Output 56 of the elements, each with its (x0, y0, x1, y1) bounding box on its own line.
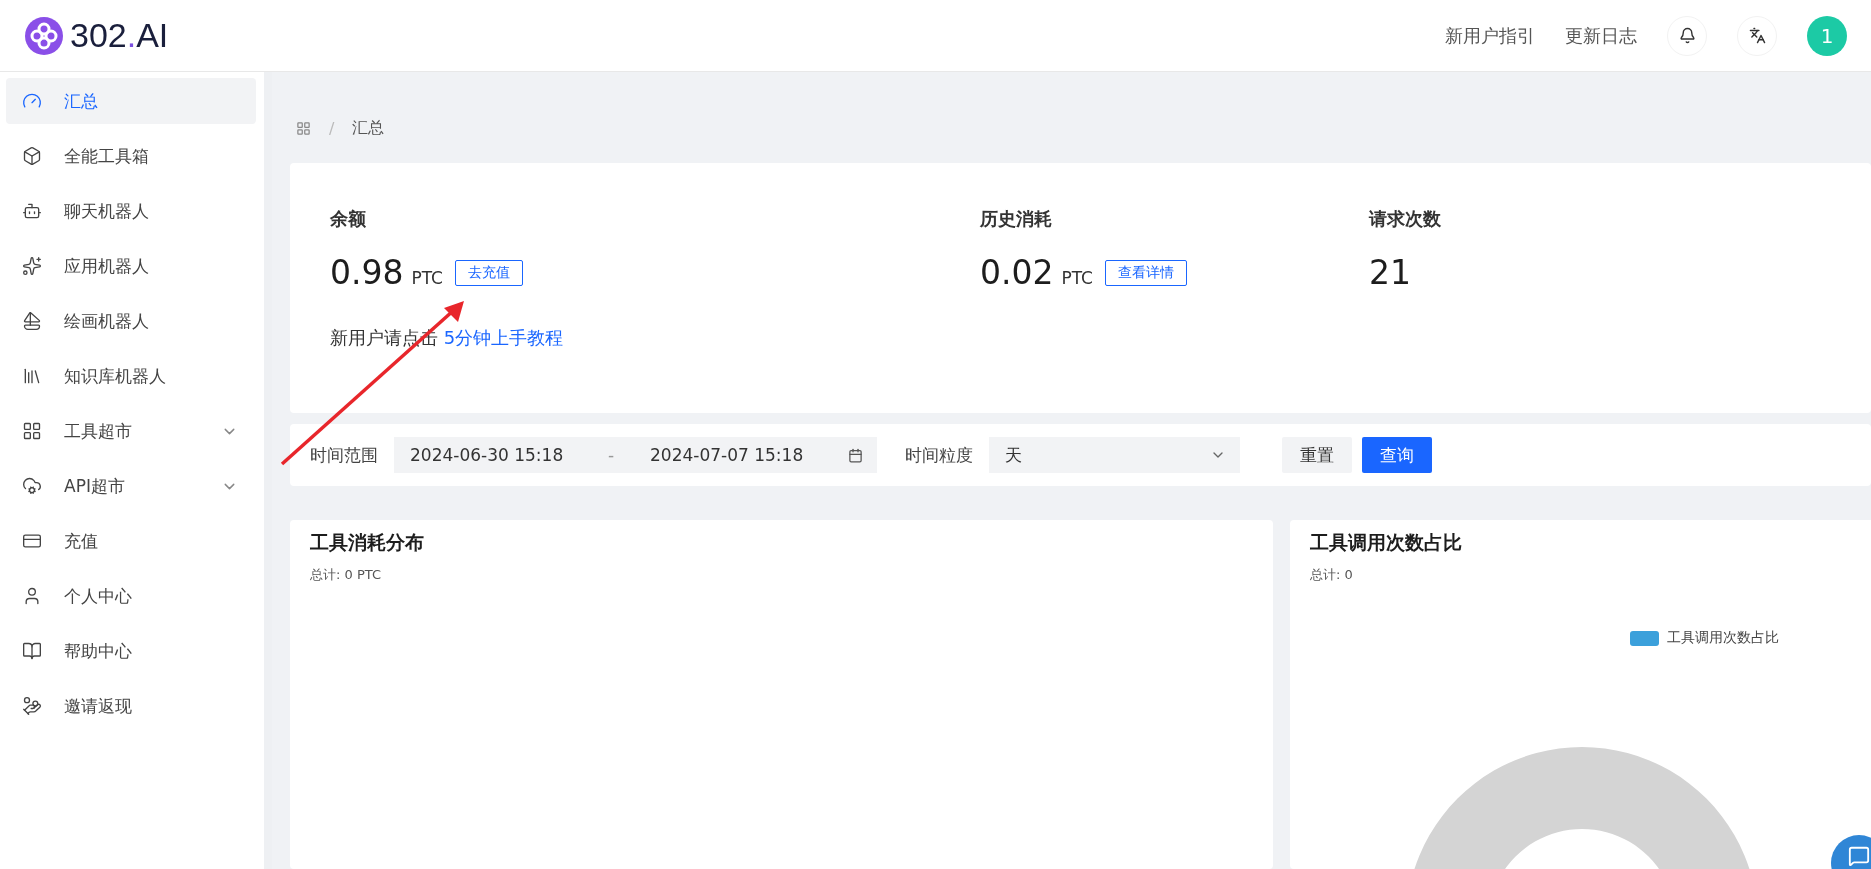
reset-button[interactable]: 重置 (1282, 437, 1352, 473)
filter-label: 时间粒度 (905, 443, 973, 467)
home-icon[interactable] (296, 120, 311, 136)
book-icon (22, 641, 42, 661)
sailboat-icon (22, 311, 42, 331)
sidebar-item[interactable]: 汇总 (6, 78, 256, 124)
sidebar-item[interactable]: 充值 (6, 518, 256, 564)
stat-label: 余额 (330, 207, 367, 231)
calendar-icon (848, 447, 863, 463)
granularity-select[interactable]: 天 (989, 437, 1240, 473)
robot-icon (22, 201, 42, 221)
stat-value: 21 (1369, 253, 1411, 292)
stat-unit: PTC (411, 268, 443, 288)
sidebar-item[interactable]: 聊天机器人 (6, 188, 256, 234)
chart-total: 总计: 0 (1310, 566, 1354, 584)
breadcrumb-separator: / (329, 118, 335, 138)
sidebar-item[interactable]: 工具超市 (6, 408, 256, 454)
tutorial-link[interactable]: 5分钟上手教程 (443, 327, 564, 348)
grid-icon (22, 421, 42, 441)
cloud-icon (22, 476, 42, 496)
translate-icon (1748, 27, 1766, 44)
sidebar-item[interactable]: 知识库机器人 (6, 353, 256, 399)
stat-action-button[interactable]: 去充值 (455, 259, 523, 286)
sidebar-item[interactable]: 应用机器人 (6, 243, 256, 289)
sidebar-item[interactable]: API超市 (6, 463, 256, 509)
logo-text: 302.AI (70, 16, 169, 55)
stat-value: 0.02 (980, 253, 1054, 292)
chart-total: 总计: 0 PTC (310, 566, 382, 584)
legend-label: 工具调用次数占比 (1667, 629, 1779, 647)
language-button[interactable] (1737, 15, 1777, 56)
sparkle-icon (22, 256, 42, 276)
stat-label: 请求次数 (1369, 207, 1442, 231)
header-link[interactable]: 更新日志 (1565, 23, 1637, 48)
chart-title: 工具消耗分布 (310, 530, 425, 555)
header-link[interactable]: 新用户指引 (1445, 23, 1535, 48)
bell-icon (1678, 27, 1696, 44)
stat-label: 历史消耗 (980, 207, 1053, 231)
sidebar-item[interactable]: 邀请返现 (6, 683, 256, 729)
sidebar-item[interactable]: 个人中心 (6, 573, 256, 619)
chat-icon (1848, 845, 1870, 867)
hand-coin-icon (22, 696, 42, 716)
stat-value: 0.98 (330, 253, 404, 292)
sidebar-item[interactable]: 帮助中心 (6, 628, 256, 674)
breadcrumb-current: 汇总 (352, 117, 385, 139)
filter-label: 时间范围 (310, 443, 378, 467)
cube-icon (22, 146, 42, 166)
books-icon (22, 366, 42, 386)
logo-icon (24, 15, 64, 56)
stat-action-button[interactable]: 查看详情 (1105, 259, 1187, 286)
date-range-field[interactable]: 2024-06-30 15:18 - 2024-07-07 15:18 (394, 437, 877, 473)
stat-unit: PTC (1061, 268, 1093, 288)
sidebar-item[interactable]: 全能工具箱 (6, 133, 256, 179)
notification-button[interactable] (1667, 15, 1707, 56)
chart-title: 工具调用次数占比 (1310, 530, 1463, 555)
query-button[interactable]: 查询 (1362, 437, 1432, 473)
sidebar-item[interactable]: 绘画机器人 (6, 298, 256, 344)
